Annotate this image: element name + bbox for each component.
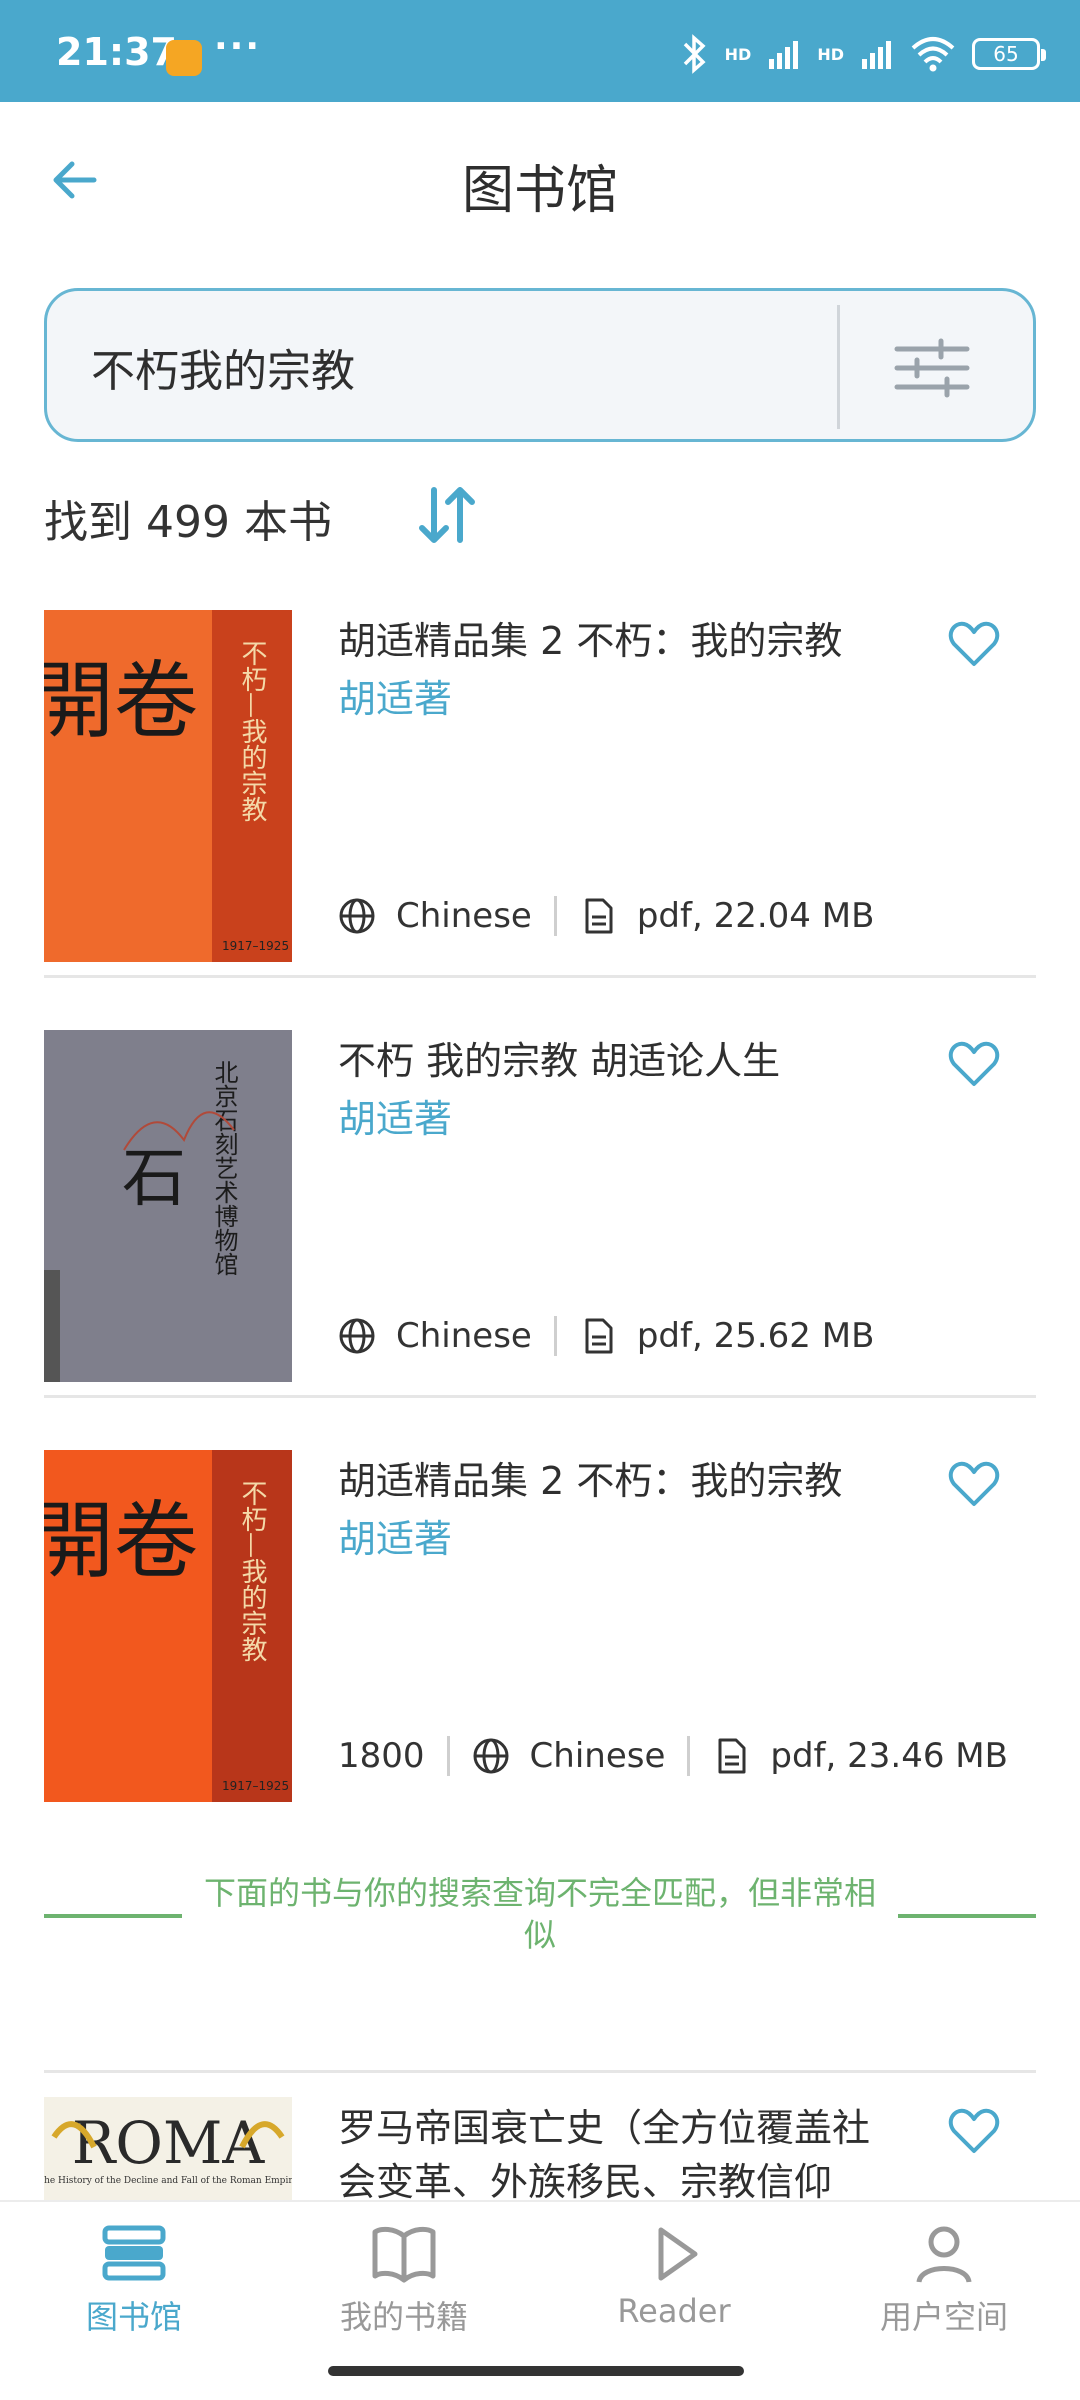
- document-icon: [585, 1318, 613, 1354]
- cover-title-b: 不朽—我的宗教: [237, 1480, 267, 1662]
- cover-title-b: 石: [122, 1142, 186, 1216]
- header: 图书馆: [0, 102, 1080, 252]
- globe-icon: [339, 1318, 375, 1354]
- cover-title-b: 不朽—我的宗教: [237, 640, 267, 822]
- status-bar: 21:37 ··· HD HD 65: [0, 0, 1080, 102]
- results-count: 找到 499 本书: [44, 497, 332, 548]
- status-icons: HD HD 65: [681, 34, 1046, 74]
- meta-separator: [553, 1316, 557, 1356]
- cover-title-a: 北京石刻艺术博物馆: [210, 1060, 238, 1276]
- book-author[interactable]: 胡适著: [338, 668, 452, 723]
- globe-icon: [339, 898, 375, 934]
- sort-icon[interactable]: [412, 480, 482, 550]
- book-cover[interactable]: 開卷 不朽—我的宗教 1917–1925: [44, 1450, 292, 1802]
- book-item[interactable]: 開卷 不朽—我的宗教 1917–1925 胡适精品集 2 不朽：我的宗教 胡适著…: [44, 1426, 1036, 1818]
- page-title: 图书馆: [461, 161, 618, 221]
- play-icon: [658, 2227, 698, 2281]
- cover-years: 1917–1925: [222, 1779, 289, 1793]
- book-title: 不朽 我的宗教 胡适论人生: [338, 1039, 781, 1083]
- cover-title-b: The History of the Decline and Fall of t…: [44, 2176, 292, 2186]
- nav-my-books-label: 我的书籍: [339, 2298, 468, 2336]
- book-language: Chinese: [396, 896, 532, 936]
- note-divider-left: [44, 1914, 182, 1918]
- book-title: 胡适精品集 2 不朽：我的宗教: [338, 1459, 843, 1503]
- book-file-info: pdf, 25.62 MB: [636, 1316, 875, 1356]
- cell-signal-icon: [769, 41, 799, 69]
- nav-user-space[interactable]: 用户空间: [844, 2222, 1044, 2342]
- bluetooth-icon: [683, 34, 706, 74]
- book-year: 1800: [338, 1736, 425, 1776]
- book-language: Chinese: [396, 1316, 532, 1356]
- search-divider: [837, 305, 840, 429]
- nav-reader[interactable]: Reader: [574, 2222, 774, 2342]
- meta-separator: [446, 1736, 450, 1776]
- book-language: Chinese: [529, 1736, 666, 1776]
- book-item[interactable]: ROMA The History of the Decline and Fall…: [44, 2070, 1036, 2200]
- document-icon: [718, 1738, 746, 1774]
- book-file-info: pdf, 22.04 MB: [636, 896, 875, 936]
- cover-title-a: 開卷: [44, 1492, 198, 1590]
- wifi-icon: [911, 37, 955, 72]
- book-file-info: pdf, 23.46 MB: [770, 1736, 1008, 1776]
- cell-signal-icon-2: [862, 41, 891, 69]
- book-meta: Chinese pdf, 22.04 MB: [338, 894, 874, 938]
- book-meta: 1800 Chinese pdf, 23.46 MB: [338, 1734, 1008, 1778]
- book-cover[interactable]: ROMA The History of the Decline and Fall…: [44, 2097, 292, 2200]
- heart-icon[interactable]: [946, 2103, 1002, 2159]
- open-book-icon: [372, 2226, 436, 2283]
- book-item[interactable]: 開卷 不朽—我的宗教 1917–1925 胡适精品集 2 不朽：我的宗教 胡适著…: [44, 586, 1036, 978]
- globe-icon: [473, 1738, 509, 1774]
- book-author[interactable]: 胡适著: [338, 1088, 452, 1143]
- book-title: 罗马帝国衰亡史（全方位覆盖社会变革、外族移民、宗教信仰: [338, 2106, 871, 2200]
- document-icon: [585, 898, 613, 934]
- nav-library[interactable]: 图书馆: [34, 2222, 234, 2342]
- more-notifications-icon: ···: [214, 26, 262, 67]
- hd-label-1: HD: [724, 44, 752, 64]
- search-box: [44, 288, 1036, 442]
- filter-sliders-icon[interactable]: [877, 331, 987, 405]
- nav-user-space-label: 用户空间: [879, 2298, 1008, 2336]
- similar-results-text: 下面的书与你的搜索查询不完全匹配，但非常相似: [203, 1874, 876, 1954]
- book-title: 胡适精品集 2 不朽：我的宗教: [338, 619, 843, 663]
- battery-icon: 65: [972, 38, 1046, 70]
- cover-title-a: ROMA: [72, 2109, 266, 2177]
- status-time: 21:37: [56, 30, 177, 74]
- heart-icon[interactable]: [946, 1036, 1002, 1092]
- app-notification-icon: [166, 40, 202, 76]
- nav-my-books[interactable]: 我的书籍: [304, 2222, 504, 2342]
- cover-years: 1917–1925: [222, 939, 289, 953]
- book-author[interactable]: 胡适著: [338, 1508, 452, 1563]
- meta-separator: [687, 1736, 691, 1776]
- book-meta: Chinese pdf, 25.62 MB: [338, 1314, 874, 1358]
- book-cover[interactable]: 開卷 不朽—我的宗教 1917–1925: [44, 610, 292, 962]
- note-divider-right: [898, 1914, 1036, 1918]
- search-input[interactable]: [91, 337, 851, 397]
- nav-reader-label: Reader: [617, 2292, 731, 2330]
- hd-label-2: HD: [817, 44, 844, 64]
- book-item[interactable]: 北京石刻艺术博物馆 石 不朽 我的宗教 胡适论人生 胡适著 Chinese pd…: [44, 1006, 1036, 1398]
- home-indicator[interactable]: [328, 2366, 744, 2376]
- heart-icon[interactable]: [946, 1456, 1002, 1512]
- cover-title-a: 開卷: [44, 652, 198, 750]
- nav-library-label: 图书馆: [85, 2298, 182, 2336]
- library-icon: [102, 2225, 166, 2281]
- book-cover[interactable]: 北京石刻艺术博物馆 石: [44, 1030, 292, 1382]
- meta-separator: [553, 896, 557, 936]
- heart-icon[interactable]: [946, 616, 1002, 672]
- user-icon: [916, 2226, 972, 2283]
- similar-results-note: 下面的书与你的搜索查询不完全匹配，但非常相似: [44, 1872, 1036, 1954]
